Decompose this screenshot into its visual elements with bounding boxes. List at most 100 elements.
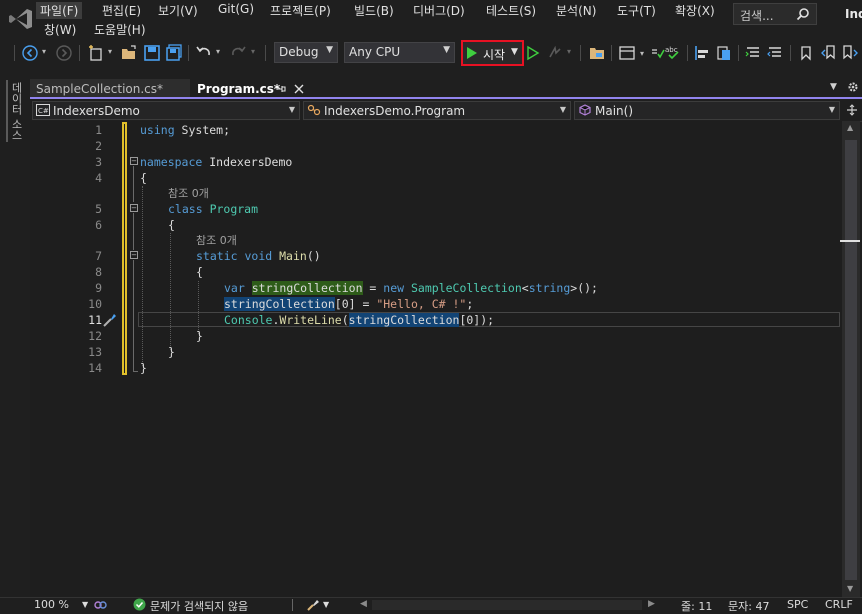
layout-dropdown-icon[interactable]: ▾ [640,49,644,58]
tab-program[interactable]: Program.cs* [192,79,311,99]
code-line-10: stringCollection[0] = "Hello, C# !"; [224,297,474,311]
bookmark-icon[interactable] [799,44,813,62]
gear-icon[interactable] [847,81,859,93]
codelens-references[interactable]: 참조 0개 [168,185,209,201]
scroll-down-icon[interactable]: ▼ [847,584,853,593]
close-icon[interactable] [294,84,304,94]
line-ending[interactable]: CRLF [825,598,853,611]
cleanup-dropdown-icon[interactable]: ▼ [323,600,329,609]
start-dropdown-icon[interactable]: ▼ [511,47,518,57]
menu-test[interactable]: 테스트(S) [486,2,536,19]
scroll-right-icon[interactable]: ▶ [648,599,655,609]
pin-icon[interactable] [276,84,286,94]
hot-reload-dropdown-icon[interactable]: ▾ [567,47,571,56]
menu-file[interactable]: 파일(F) [36,2,83,19]
window-layout-icon[interactable] [618,44,636,62]
menu-view[interactable]: 보기(V) [158,2,198,19]
scrollbar-thumb[interactable] [845,140,857,580]
menu-git[interactable]: Git(G) [218,2,254,16]
indent-guide [170,233,171,350]
fold-toggle-class[interactable]: − [130,204,138,212]
menu-debug[interactable]: 디버그(D) [413,2,465,19]
member-dropdown[interactable]: Main() ▼ [574,101,840,120]
menu-tools[interactable]: 도구(T) [617,2,656,19]
save-all-icon[interactable] [165,44,183,62]
code-line-13: } [168,345,175,359]
toolbar-separator [611,45,612,61]
undo-dropdown-icon[interactable]: ▾ [216,47,220,56]
spell-check-icon[interactable]: abc [664,44,682,62]
hot-reload-icon[interactable] [547,44,563,62]
start-label: 시작 [483,48,506,62]
new-dropdown-icon[interactable]: ▾ [108,47,112,56]
line-number: 10 [88,297,102,311]
align-left-icon[interactable] [694,44,712,62]
quick-actions-screwdriver-icon[interactable] [102,312,118,328]
column-indicator[interactable]: 문자: 47 [728,598,769,614]
tab-list-dropdown-icon[interactable]: ▼ [830,82,837,92]
fold-toggle-namespace[interactable]: − [130,157,138,165]
check-circle-icon [133,598,146,611]
navigate-back-icon[interactable] [22,44,38,62]
tab-samplecollection[interactable]: SampleCollection.cs* [30,79,190,99]
undo-icon[interactable] [195,44,213,62]
line-number: 14 [88,361,102,375]
new-project-icon[interactable] [87,44,105,62]
solution-platform-select[interactable]: Any CPU ▼ [344,42,455,63]
member-name: Main() [595,104,634,118]
search-box[interactable]: 검색... [733,3,817,25]
menu-analyze[interactable]: 분석(N) [556,2,596,19]
code-line-12: } [196,329,203,343]
indent-mode[interactable]: SPC [787,598,808,611]
type-dropdown[interactable]: IndexersDemo.Program ▼ [303,101,571,120]
copy-format-icon[interactable] [715,44,733,62]
code-line-14: } [140,361,147,375]
open-folder-icon[interactable] [120,44,138,62]
side-tool-strip [0,79,28,599]
start-debugging-button[interactable]: 시작 ▼ [461,40,524,66]
uncomment-lines-icon[interactable] [766,44,784,62]
split-editor-icon[interactable] [846,104,858,116]
zoom-dropdown-icon[interactable]: ▼ [82,600,88,609]
line-number: 12 [88,329,102,343]
code-line-4: { [140,171,147,185]
copilot-icon[interactable] [93,598,107,612]
scroll-up-icon[interactable]: ▲ [847,123,853,132]
scroll-left-icon[interactable]: ◀ [360,599,367,609]
tab-label: Program.cs* [197,82,281,96]
save-icon[interactable] [143,44,161,62]
menu-build[interactable]: 빌드(B) [354,2,394,19]
code-content[interactable]: using System; namespace IndexersDemo { 참… [140,122,598,375]
data-sources-tab[interactable]: 데이터 소스 [8,82,23,141]
menu-project[interactable]: 프로젝트(P) [270,2,331,19]
zoom-level[interactable]: 100 % [34,598,69,611]
codelens-references[interactable]: 참조 0개 [196,232,237,248]
play-icon [467,47,477,59]
menu-extensions[interactable]: 확장(X) [675,2,715,19]
scrollbar-caret-marker [840,240,860,242]
fold-toggle-method[interactable]: − [130,251,138,259]
back-dropdown-icon[interactable]: ▾ [42,47,46,56]
menu-window[interactable]: 창(W) [44,21,76,38]
project-dropdown[interactable]: C# IndexersDemo ▼ [32,101,300,120]
issues-status[interactable]: 문제가 검색되지 않음 [150,598,248,614]
menu-edit[interactable]: 편집(E) [102,2,141,19]
chevron-down-icon: ▼ [288,105,295,114]
platform-value: Any CPU [349,45,401,59]
line-number: 4 [95,171,102,185]
comment-lines-icon[interactable] [744,44,762,62]
bookmark-next-icon[interactable] [842,44,860,62]
menu-help[interactable]: 도움말(H) [94,21,146,38]
code-cleanup-brush-icon[interactable] [306,598,320,612]
solution-configuration-select[interactable]: Debug ▼ [274,42,338,63]
navigate-forward-icon[interactable] [56,44,72,62]
redo-icon[interactable] [229,44,247,62]
line-number: 3 [95,155,102,169]
line-number: 2 [95,139,102,153]
line-indicator[interactable]: 줄: 11 [681,598,712,614]
horizontal-scrollbar[interactable] [372,600,642,610]
redo-dropdown-icon[interactable]: ▾ [251,47,255,56]
start-without-debugging-icon[interactable] [526,44,540,62]
bookmark-previous-icon[interactable] [820,44,838,62]
solution-explorer-folder-icon[interactable] [588,44,606,62]
